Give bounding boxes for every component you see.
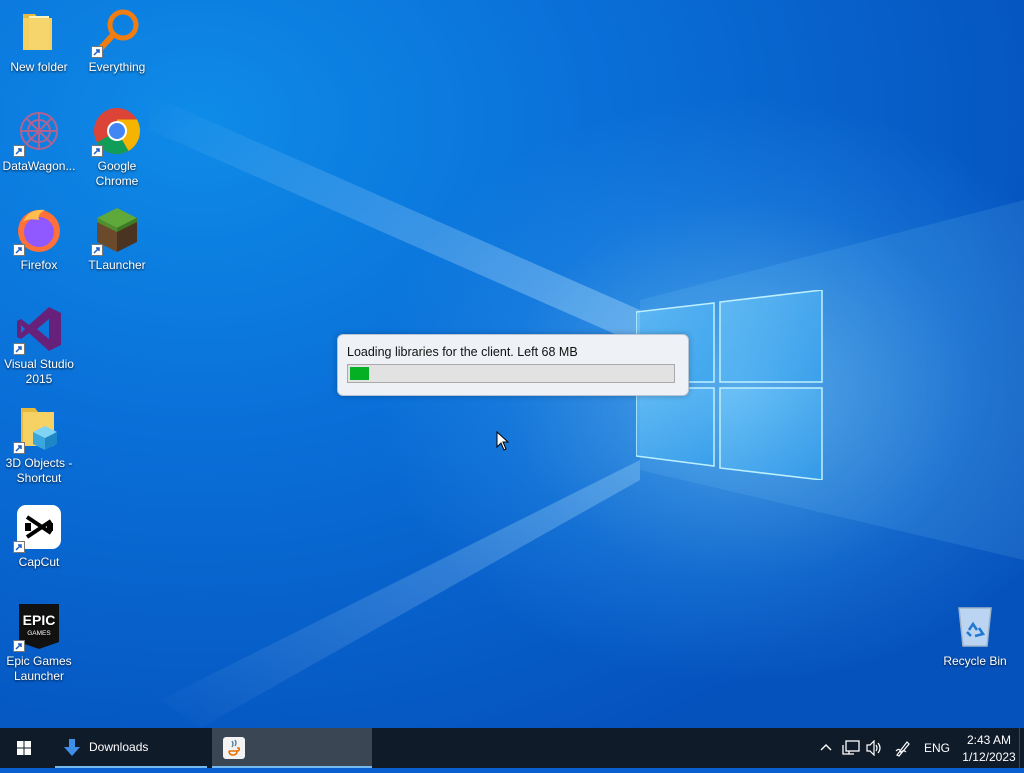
shortcut-arrow-icon	[13, 145, 25, 157]
show-desktop-button[interactable]	[1019, 728, 1024, 768]
icon-label: 3D Objects - Shortcut	[5, 456, 73, 485]
epic-logo-subtext: GAMES	[27, 630, 51, 637]
shortcut-arrow-icon	[13, 640, 25, 652]
taskbar-downloads-label: Downloads	[89, 740, 149, 754]
taskbar-java-app-button[interactable]	[212, 728, 372, 768]
everything-search-icon	[91, 8, 141, 58]
desktop-icon-epic-games[interactable]: EPIC GAMES Epic Games Launcher	[0, 602, 78, 684]
desktop-icon-datawagon[interactable]: DataWagon...	[0, 107, 78, 174]
datawagon-icon	[13, 107, 63, 157]
epic-logo-text: EPIC	[23, 612, 56, 628]
mouse-cursor-icon	[496, 431, 510, 451]
recycle-bin-icon	[951, 602, 999, 650]
shortcut-arrow-icon	[13, 442, 25, 454]
icon-label: Google Chrome	[95, 159, 139, 188]
icon-label: Visual Studio 2015	[4, 357, 74, 386]
icon-label: Epic Games Launcher	[6, 654, 72, 683]
epic-games-icon: EPIC GAMES	[13, 602, 63, 652]
shortcut-arrow-icon	[13, 541, 25, 553]
pen-workspace-icon[interactable]	[894, 739, 912, 757]
loading-dialog: Loading libraries for the client. Left 6…	[337, 334, 689, 396]
network-icon[interactable]	[842, 740, 860, 756]
desktop-icon-3d-objects[interactable]: 3D Objects - Shortcut	[0, 404, 78, 486]
firefox-icon	[13, 206, 63, 256]
download-arrow-icon	[64, 739, 80, 756]
visual-studio-icon	[13, 305, 63, 355]
folder-icon	[15, 8, 63, 56]
chrome-icon	[91, 107, 141, 157]
show-hidden-icons-chevron-icon[interactable]	[820, 742, 832, 754]
progress-bar	[347, 364, 675, 383]
shortcut-arrow-icon	[91, 46, 103, 58]
input-language-indicator[interactable]: ENG	[924, 741, 950, 755]
shortcut-arrow-icon	[13, 244, 25, 256]
clock-time[interactable]: 2:43 AM	[962, 733, 1016, 747]
taskbar-downloads-button[interactable]: Downloads	[55, 728, 207, 768]
desktop-icon-google-chrome[interactable]: Google Chrome	[78, 107, 156, 189]
icon-label: Recycle Bin	[943, 654, 1007, 668]
icon-label: CapCut	[18, 555, 60, 569]
icon-label: TLauncher	[88, 258, 146, 272]
desktop-icon-firefox[interactable]: Firefox	[0, 206, 78, 273]
clock-date[interactable]: 1/12/2023	[960, 750, 1018, 764]
tlauncher-icon	[91, 206, 141, 256]
desktop-icon-tlauncher[interactable]: TLauncher	[78, 206, 156, 273]
shortcut-arrow-icon	[91, 145, 103, 157]
desktop[interactable]: New folder Everything DataWagon... Googl…	[0, 0, 1024, 728]
shortcut-arrow-icon	[91, 244, 103, 256]
java-icon	[223, 737, 245, 759]
desktop-icon-everything[interactable]: Everything	[78, 8, 156, 75]
loading-message: Loading libraries for the client. Left 6…	[347, 345, 578, 359]
taskbar: Downloads ENG 2:43 AM 1/12/2023	[0, 728, 1024, 768]
progress-bar-fill	[350, 367, 369, 380]
desktop-icon-visual-studio[interactable]: Visual Studio 2015	[0, 305, 78, 387]
start-button[interactable]	[0, 728, 48, 768]
shortcut-arrow-icon	[13, 343, 25, 355]
3d-objects-folder-icon	[13, 404, 63, 454]
volume-icon[interactable]	[866, 740, 884, 756]
desktop-icon-recycle-bin[interactable]: Recycle Bin	[936, 602, 1014, 669]
desktop-icon-capcut[interactable]: CapCut	[0, 503, 78, 570]
icon-label: New folder	[10, 60, 68, 74]
icon-label: Firefox	[20, 258, 58, 272]
windows-start-icon	[17, 741, 31, 755]
icon-label: DataWagon...	[2, 159, 76, 173]
capcut-icon	[13, 503, 63, 553]
icon-label: Everything	[88, 60, 146, 74]
desktop-icon-new-folder[interactable]: New folder	[0, 8, 78, 75]
